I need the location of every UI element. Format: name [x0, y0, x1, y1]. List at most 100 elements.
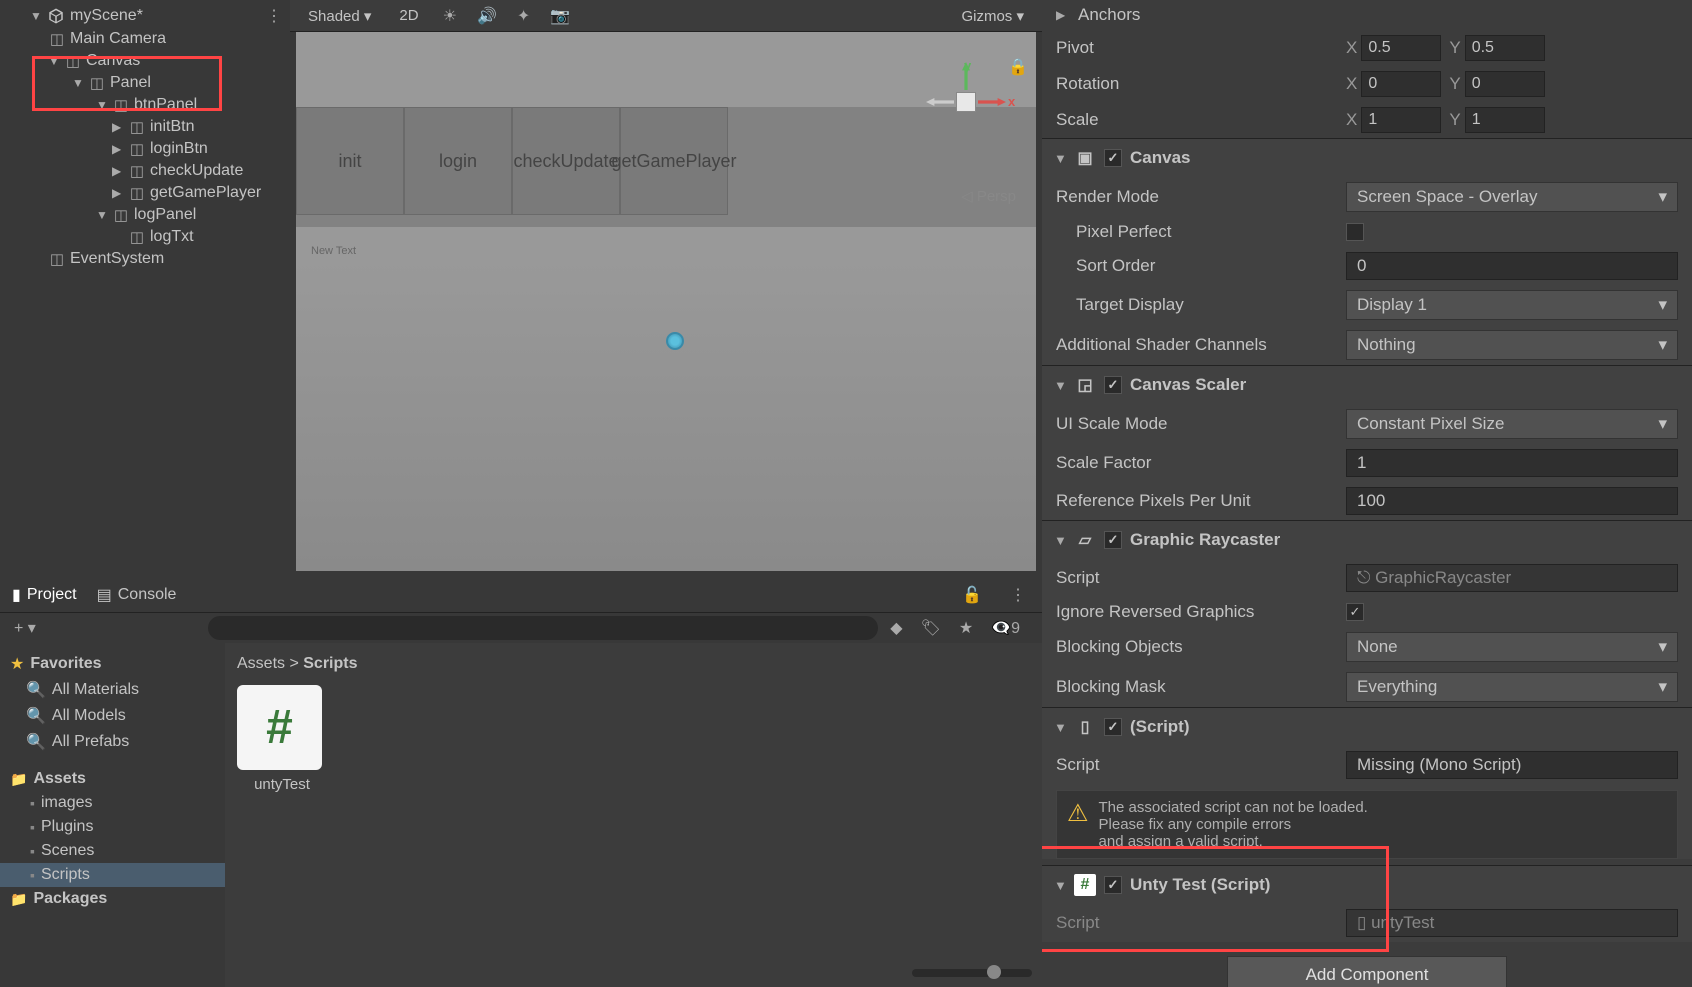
- hierarchy-options-icon[interactable]: ⋮: [266, 6, 282, 26]
- 2d-toggle[interactable]: 2D: [391, 5, 426, 26]
- filter-type-icon[interactable]: ◆: [886, 616, 906, 640]
- shader-channels-dropdown[interactable]: Nothing▾: [1346, 330, 1678, 360]
- canvas-scaler-header[interactable]: ▼ ◲ Canvas Scaler: [1042, 366, 1692, 404]
- foldout-icon[interactable]: ▼: [72, 76, 84, 90]
- foldout-icon[interactable]: ▶: [112, 186, 124, 200]
- render-mode-dropdown[interactable]: Screen Space - Overlay▾: [1346, 182, 1678, 212]
- gizmo-z-axis[interactable]: [926, 98, 954, 106]
- ref-pixels-input[interactable]: 100: [1346, 487, 1678, 515]
- fav-all-models[interactable]: 🔍 All Models: [0, 703, 225, 729]
- hierarchy-item-btnpanel[interactable]: ▼ ◫ btnPanel: [0, 94, 290, 116]
- scene-view[interactable]: init login checkUpdate getGamePlayer New…: [290, 32, 1042, 577]
- fav-all-materials[interactable]: 🔍 All Materials: [0, 677, 225, 703]
- canvas-scaler-enable-checkbox[interactable]: [1104, 376, 1122, 394]
- hierarchy-item-logtxt[interactable]: ◫ logTxt: [0, 226, 290, 248]
- asset-untytest[interactable]: # untyTest: [237, 685, 327, 793]
- hierarchy-item-initbtn[interactable]: ▶ ◫ initBtn: [0, 116, 290, 138]
- project-search-input[interactable]: [208, 616, 878, 640]
- foldout-icon[interactable]: ▶: [112, 120, 124, 134]
- graphic-raycaster-header[interactable]: ▼ ▱ Graphic Raycaster: [1042, 521, 1692, 559]
- anchors-row[interactable]: ▶ Anchors: [1042, 0, 1692, 30]
- hierarchy-item-getgameplayer[interactable]: ▶ ◫ getGamePlayer: [0, 182, 290, 204]
- breadcrumb[interactable]: Assets > Scripts: [237, 655, 1030, 673]
- lock-icon[interactable]: 🔒: [1008, 57, 1028, 77]
- missing-script-field[interactable]: Missing (Mono Script): [1346, 751, 1678, 779]
- folder-scenes[interactable]: ▪ Scenes: [0, 839, 225, 863]
- filter-label-icon[interactable]: 🏷: [917, 616, 945, 640]
- lighting-icon[interactable]: ☀: [439, 4, 461, 28]
- rotation-x-input[interactable]: [1361, 71, 1441, 97]
- slider-thumb[interactable]: [987, 965, 1001, 979]
- hierarchy-item-main-camera[interactable]: ◫ Main Camera: [0, 28, 290, 50]
- foldout-icon[interactable]: ▼: [30, 9, 42, 23]
- gizmo-center[interactable]: [956, 92, 976, 112]
- scene-btn-init: init: [296, 107, 404, 215]
- shading-dropdown[interactable]: Shaded ▾: [300, 5, 379, 27]
- hierarchy-item-panel[interactable]: ▼ ◫ Panel: [0, 72, 290, 94]
- hierarchy-scene-row[interactable]: ▼ myScene* ⋮: [0, 4, 290, 28]
- search-icon: 🔍: [26, 680, 46, 700]
- favorites-header[interactable]: ★ Favorites: [0, 651, 225, 677]
- favorite-star-icon[interactable]: ★: [955, 616, 977, 640]
- folder-images[interactable]: ▪ images: [0, 791, 225, 815]
- hierarchy-item-canvas[interactable]: ▼ ◫ Canvas: [0, 50, 290, 72]
- canvas-enable-checkbox[interactable]: [1104, 149, 1122, 167]
- gameobject-icon: ◫: [112, 96, 130, 114]
- foldout-icon[interactable]: ▼: [48, 54, 60, 68]
- tab-project[interactable]: ▮ Project: [12, 585, 77, 605]
- folder-packages[interactable]: 📁 Packages: [0, 887, 225, 911]
- projection-label[interactable]: ◁ Persp: [961, 187, 1016, 205]
- foldout-icon[interactable]: ▼: [96, 98, 108, 112]
- pixel-perfect-checkbox[interactable]: [1346, 223, 1364, 241]
- scene-btn-getgameplayer: getGamePlayer: [620, 107, 728, 215]
- foldout-icon[interactable]: ▼: [96, 208, 108, 222]
- hierarchy-item-eventsystem[interactable]: ◫ EventSystem: [0, 248, 290, 270]
- foldout-icon[interactable]: ▶: [1056, 8, 1068, 22]
- gizmos-dropdown[interactable]: Gizmos ▾: [953, 5, 1032, 27]
- scene-name: myScene*: [70, 7, 143, 25]
- foldout-icon[interactable]: ▶: [112, 142, 124, 156]
- folder-assets[interactable]: 📁 Assets: [0, 767, 225, 791]
- hierarchy-item-loginbtn[interactable]: ▶ ◫ loginBtn: [0, 138, 290, 160]
- orientation-gizmo[interactable]: y x: [926, 62, 1006, 142]
- gameobject-icon: ◫: [128, 140, 146, 158]
- ui-scale-mode-dropdown[interactable]: Constant Pixel Size▾: [1346, 409, 1678, 439]
- tab-console[interactable]: ▤ Console: [97, 585, 177, 605]
- blocking-objects-dropdown[interactable]: None▾: [1346, 632, 1678, 662]
- options-icon[interactable]: ⋮: [1006, 583, 1030, 607]
- unty-test-enable-checkbox[interactable]: [1104, 876, 1122, 894]
- folder-plugins[interactable]: ▪ Plugins: [0, 815, 225, 839]
- pivot-x-input[interactable]: [1361, 35, 1441, 61]
- fav-all-prefabs[interactable]: 🔍 All Prefabs: [0, 729, 225, 755]
- missing-script-header[interactable]: ▼ ▯ (Script): [1042, 708, 1692, 746]
- rotation-y-input[interactable]: [1465, 71, 1545, 97]
- add-icon[interactable]: + ▾: [10, 616, 40, 640]
- blocking-mask-dropdown[interactable]: Everything▾: [1346, 672, 1678, 702]
- raycaster-enable-checkbox[interactable]: [1104, 531, 1122, 549]
- folder-scripts[interactable]: ▪ Scripts: [0, 863, 225, 887]
- hidden-icon[interactable]: 👁‍🗨9: [987, 616, 1024, 640]
- sort-order-input[interactable]: 0: [1346, 252, 1678, 280]
- add-component-button[interactable]: Add Component: [1227, 956, 1507, 987]
- hierarchy-item-checkupdate[interactable]: ▶ ◫ checkUpdate: [0, 160, 290, 182]
- lock-icon[interactable]: 🔓: [958, 583, 986, 607]
- unity-logo-icon: [46, 6, 66, 26]
- camera-icon[interactable]: 📷: [546, 4, 574, 28]
- star-icon: ★: [10, 654, 24, 674]
- scale-x-input[interactable]: [1361, 107, 1441, 133]
- scale-factor-input[interactable]: 1: [1346, 449, 1678, 477]
- gizmo-x-axis[interactable]: [978, 98, 1006, 106]
- pivot-y-input[interactable]: [1465, 35, 1545, 61]
- audio-icon[interactable]: 🔊: [473, 4, 501, 28]
- fx-icon[interactable]: ✦: [513, 4, 534, 28]
- ignore-reversed-checkbox[interactable]: [1346, 603, 1364, 621]
- target-display-dropdown[interactable]: Display 1▾: [1346, 290, 1678, 320]
- project-assets-grid[interactable]: Assets > Scripts # untyTest: [225, 643, 1042, 987]
- unty-test-header[interactable]: ▼ # Unty Test (Script): [1042, 866, 1692, 904]
- missing-script-enable-checkbox[interactable]: [1104, 718, 1122, 736]
- thumbnail-size-slider[interactable]: [912, 969, 1032, 977]
- foldout-icon[interactable]: ▶: [112, 164, 124, 178]
- canvas-header[interactable]: ▼ ▣ Canvas: [1042, 139, 1692, 177]
- hierarchy-item-logpanel[interactable]: ▼ ◫ logPanel: [0, 204, 290, 226]
- scale-y-input[interactable]: [1465, 107, 1545, 133]
